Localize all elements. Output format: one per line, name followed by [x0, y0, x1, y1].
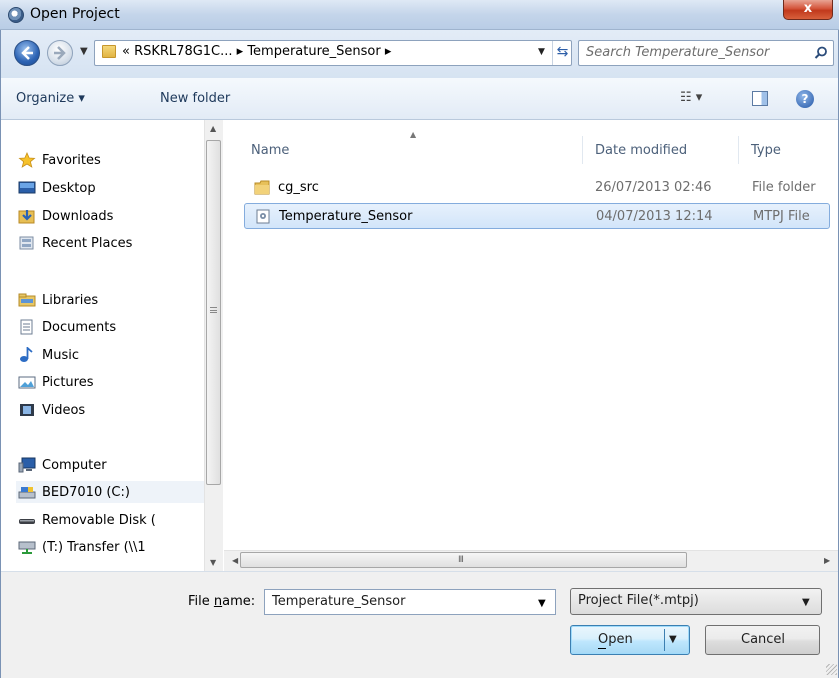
refresh-button[interactable]: ⇆	[552, 41, 572, 65]
split-divider	[664, 629, 665, 651]
nav-item-libraries[interactable]: Libraries	[18, 289, 98, 311]
search-icon[interactable]	[814, 46, 828, 60]
file-type: MTPJ File	[753, 209, 810, 224]
libraries-icon	[18, 292, 36, 308]
scroll-grip-line	[210, 310, 217, 311]
nav-item-pictures[interactable]: Pictures	[18, 371, 93, 393]
column-header-type[interactable]: Type	[751, 143, 781, 158]
nav-label: Computer	[42, 457, 107, 473]
window-title: Open Project	[30, 6, 120, 22]
forward-arrow-icon	[54, 46, 66, 60]
scroll-left-arrow[interactable]: ◀	[232, 556, 238, 565]
horizontal-scroll-thumb[interactable]	[240, 552, 687, 568]
recent-locations-dropdown[interactable]: ▼	[80, 46, 88, 57]
nav-label: Videos	[42, 402, 86, 418]
nav-item-removable-disk[interactable]: Removable Disk (	[18, 509, 156, 531]
nav-item-favorites[interactable]: Favorites	[18, 149, 101, 171]
window-frame	[0, 30, 1, 678]
project-file-icon	[255, 209, 271, 224]
file-type-filter-value[interactable]: Project File(*.mtpj)	[578, 593, 699, 608]
forward-button[interactable]	[47, 40, 73, 66]
open-button-label[interactable]: Open	[598, 632, 633, 647]
videos-icon	[18, 402, 36, 418]
open-dropdown-arrow[interactable]: ▼	[669, 634, 677, 645]
search-placeholder: Search Temperature_Sensor	[586, 45, 770, 60]
pictures-icon	[18, 374, 36, 390]
nav-label: Desktop	[42, 180, 96, 196]
address-dropdown[interactable]: ▼	[538, 47, 545, 57]
nav-label: Favorites	[42, 152, 101, 168]
network-drive-icon	[18, 539, 36, 555]
nav-item-drive-c[interactable]: BED7010 (C:)	[16, 481, 204, 503]
nav-label: Music	[42, 347, 79, 363]
close-button[interactable]: x	[783, 0, 833, 20]
scroll-right-arrow[interactable]: ▶	[824, 556, 830, 565]
file-type: File folder	[752, 180, 816, 195]
desktop-icon	[18, 180, 36, 196]
nav-label: Downloads	[42, 208, 114, 224]
file-date: 26/07/2013 02:46	[595, 180, 712, 195]
sort-ascending-icon: ▲	[410, 130, 417, 139]
nav-item-downloads[interactable]: Downloads	[18, 205, 113, 227]
title-bar	[0, 0, 839, 30]
folder-icon	[102, 45, 116, 58]
column-header-name[interactable]: Name	[251, 143, 289, 158]
table-row[interactable]: cg_src 26/07/2013 02:46 File folder	[244, 175, 830, 201]
back-button[interactable]	[14, 40, 40, 66]
file-name-label: File name:	[188, 594, 256, 609]
nav-item-videos[interactable]: Videos	[18, 399, 85, 421]
nav-label: Removable Disk (	[42, 512, 156, 528]
column-divider[interactable]	[738, 136, 739, 164]
chevron-down-icon[interactable]: ▼	[802, 597, 810, 608]
back-arrow-icon	[21, 46, 33, 60]
nav-item-computer[interactable]: Computer	[18, 454, 107, 476]
music-icon	[18, 345, 36, 363]
file-date: 04/07/2013 12:14	[596, 209, 713, 224]
table-row[interactable]: Temperature_Sensor 04/07/2013 12:14 MTPJ…	[244, 203, 830, 229]
organize-button[interactable]: Organize ▾	[16, 91, 85, 106]
file-name-value[interactable]: Temperature_Sensor	[272, 594, 405, 609]
chevron-down-icon[interactable]: ▼	[538, 598, 546, 609]
nav-item-transfer-drive[interactable]: (T:) Transfer (\\1	[18, 536, 146, 558]
scroll-grip: III	[458, 555, 464, 565]
resize-grip[interactable]	[826, 664, 837, 675]
downloads-icon	[18, 208, 36, 224]
cancel-button-label[interactable]: Cancel	[741, 632, 785, 647]
mnemonic-underline	[598, 648, 606, 649]
file-name: Temperature_Sensor	[279, 209, 413, 224]
nav-item-music[interactable]: Music	[18, 344, 79, 366]
change-view-button[interactable]: ☷ ▾	[680, 90, 702, 105]
column-divider[interactable]	[582, 136, 583, 164]
column-header-date-modified[interactable]: Date modified	[595, 143, 687, 158]
help-icon[interactable]: ?	[796, 90, 814, 108]
app-icon	[8, 7, 24, 23]
nav-label: Documents	[42, 319, 117, 335]
folder-icon	[254, 180, 270, 195]
nav-label: Recent Places	[42, 235, 133, 251]
preview-pane-icon[interactable]	[752, 91, 768, 106]
nav-label: (T:) Transfer (\\1	[42, 539, 146, 555]
nav-label: BED7010 (C:)	[42, 484, 130, 500]
nav-item-documents[interactable]: Documents	[18, 316, 116, 338]
breadcrumb[interactable]: « RSKRL78G1C... ▸ Temperature_Sensor ▸	[122, 44, 391, 59]
file-name: cg_src	[278, 180, 319, 195]
nav-label: Libraries	[42, 292, 99, 308]
nav-item-desktop[interactable]: Desktop	[18, 177, 96, 199]
navigation-pane: Favorites Desktop Downloads Recent Place…	[0, 120, 204, 571]
drive-icon	[18, 484, 36, 500]
command-bar	[0, 78, 839, 120]
documents-icon	[18, 319, 36, 335]
new-folder-button[interactable]: New folder	[160, 91, 230, 106]
recent-places-icon	[18, 235, 36, 251]
scroll-down-arrow[interactable]: ▼	[210, 558, 216, 567]
computer-icon	[18, 457, 36, 473]
star-icon	[18, 152, 36, 168]
removable-disk-icon	[18, 512, 36, 528]
nav-item-recent-places[interactable]: Recent Places	[18, 232, 132, 254]
scroll-up-arrow[interactable]: ▲	[210, 124, 216, 133]
nav-label: Pictures	[42, 374, 94, 390]
